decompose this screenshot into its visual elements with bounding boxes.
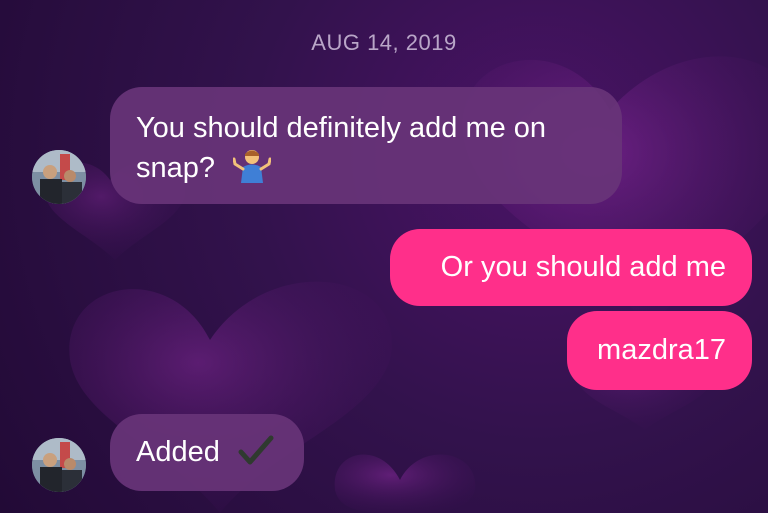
message-text-line: You should definitely add me on (136, 112, 547, 144)
message-text: Or you should add me (440, 251, 726, 283)
contact-avatar[interactable] (32, 438, 86, 492)
outgoing-message-bubble[interactable]: mazdra17 (567, 311, 752, 390)
contact-avatar[interactable] (32, 150, 86, 204)
message-text: mazdra17 (597, 334, 726, 366)
thread-date: AUG 14, 2019 (311, 30, 457, 55)
avatar-photo (32, 438, 86, 492)
check-mark-icon (238, 435, 274, 477)
message-text-line: snap? (136, 147, 596, 193)
incoming-message-bubble[interactable]: You should definitely add me on snap? (110, 87, 622, 204)
heart-shape (334, 454, 476, 513)
person-shrugging-emoji (232, 147, 272, 193)
message-text: Added (136, 436, 220, 468)
message-text: snap? (136, 152, 216, 184)
outgoing-message-bubble[interactable]: Or you should add me (390, 229, 752, 306)
avatar-photo (32, 150, 86, 204)
incoming-message-bubble[interactable]: Added (110, 414, 304, 491)
